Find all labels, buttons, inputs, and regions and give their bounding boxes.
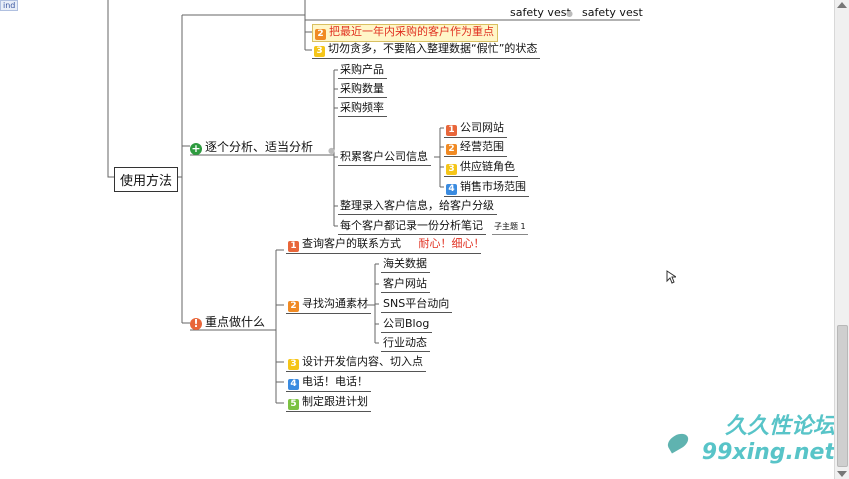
info-item-market[interactable]: 4 销售市场范围 xyxy=(444,180,529,197)
vertical-scrollbar[interactable] xyxy=(834,0,849,479)
connector-dot: ● xyxy=(328,146,335,155)
badge-2-icon: 2 xyxy=(315,29,326,40)
badge-3-icon: 3 xyxy=(446,164,457,175)
branch1-node[interactable]: + 逐个分析、适当分析 xyxy=(190,140,313,155)
scroll-down-icon[interactable] xyxy=(837,471,847,477)
info-item-website-label: 公司网站 xyxy=(460,121,504,134)
material-customer-website[interactable]: 客户网站 xyxy=(381,277,430,293)
watermark: 久久性论坛 99xing.net xyxy=(702,408,835,465)
badge-3-icon: 3 xyxy=(314,46,325,57)
task-design-letter[interactable]: 3 设计开发信内容、切入点 xyxy=(286,355,426,372)
task-materials-label: 寻找沟通素材 xyxy=(302,297,368,310)
badge-1-icon: 1 xyxy=(446,125,457,136)
child-purchase-quantity[interactable]: 采购数量 xyxy=(338,82,387,98)
child-organize-info[interactable]: 整理录入客户信息，给客户分级 xyxy=(338,199,497,215)
task-contact-label: 查询客户的联系方式 xyxy=(302,237,401,250)
task-followup[interactable]: 5 制定跟进计划 xyxy=(286,395,371,412)
task-design-letter-label: 设计开发信内容、切入点 xyxy=(302,355,423,368)
scrollbar-thumb[interactable] xyxy=(837,325,848,467)
sub-topic-node[interactable]: 子主题 1 xyxy=(492,220,528,235)
info-node[interactable]: 积累客户公司信息 xyxy=(338,150,431,166)
info-item-scope-label: 经营范围 xyxy=(460,140,504,153)
task-followup-label: 制定跟进计划 xyxy=(302,395,368,408)
top-list-item-3[interactable]: 3 切勿贪多，不要陷入整理数据“假忙”的状态 xyxy=(312,42,541,59)
info-item-supply-chain-label: 供应链角色 xyxy=(460,160,515,173)
child-purchase-products[interactable]: 采购产品 xyxy=(338,63,387,79)
top-list-item-2-label: 把最近一年内采购的客户作为重点 xyxy=(329,25,494,38)
connector-dot: ● xyxy=(566,9,573,18)
badge-5-icon: 5 xyxy=(288,399,299,410)
watermark-line2: 99xing.net xyxy=(701,440,835,465)
task-materials[interactable]: 2 寻找沟通素材 xyxy=(286,297,371,314)
info-item-website[interactable]: 1 公司网站 xyxy=(444,121,507,138)
watermark-line1: 久久性论坛 xyxy=(724,413,835,439)
task-contact[interactable]: 1 查询客户的联系方式 耐心！细心！ xyxy=(286,237,485,254)
child-purchase-frequency[interactable]: 采购频率 xyxy=(338,101,387,117)
top-list-item-3-label: 切勿贪多，不要陷入整理数据“假忙”的状态 xyxy=(328,42,538,55)
material-industry[interactable]: 行业动态 xyxy=(381,336,430,352)
info-item-market-label: 销售市场范围 xyxy=(460,180,526,193)
material-blog[interactable]: 公司Blog xyxy=(381,317,433,333)
material-sns[interactable]: SNS平台动向 xyxy=(381,297,453,313)
badge-2-icon: 2 xyxy=(288,301,299,312)
note-patience: 耐心！细心！ xyxy=(418,237,485,250)
exclamation-icon: ! xyxy=(190,318,202,330)
task-phone[interactable]: 4 电话！电话！ xyxy=(286,375,371,392)
plus-icon: + xyxy=(190,142,202,155)
branch1-label: 逐个分析、适当分析 xyxy=(205,140,314,154)
branch2-node[interactable]: ! 重点做什么 xyxy=(190,315,265,330)
root-node[interactable]: 使用方法 xyxy=(114,167,179,192)
info-item-scope[interactable]: 2 经营范围 xyxy=(444,140,507,157)
badge-2-icon: 2 xyxy=(446,144,457,155)
top-item-1[interactable]: safety vest xyxy=(510,6,571,20)
badge-3-icon: 3 xyxy=(288,359,299,370)
scroll-up-icon[interactable] xyxy=(837,2,847,8)
badge-4-icon: 4 xyxy=(446,184,457,195)
badge-1-icon: 1 xyxy=(288,241,299,252)
top-item-2[interactable]: safety vest xyxy=(582,6,643,20)
badge-4-icon: 4 xyxy=(288,379,299,390)
window-tab-fragment[interactable]: ind xyxy=(0,0,19,11)
branch2-label: 重点做什么 xyxy=(205,315,266,329)
top-list-item-2[interactable]: 2 把最近一年内采购的客户作为重点 xyxy=(312,24,498,42)
mouse-cursor-icon xyxy=(666,270,676,284)
material-customs-data[interactable]: 海关数据 xyxy=(381,257,430,273)
task-phone-label: 电话！电话！ xyxy=(302,375,368,388)
mindmap-canvas: ind safety vest ● safety vest 2 把最近一年内采购的… xyxy=(0,0,849,479)
child-analysis-notes[interactable]: 每个客户都记录一份分析笔记 xyxy=(338,219,486,235)
info-item-supply-chain[interactable]: 3 供应链角色 xyxy=(444,160,518,177)
